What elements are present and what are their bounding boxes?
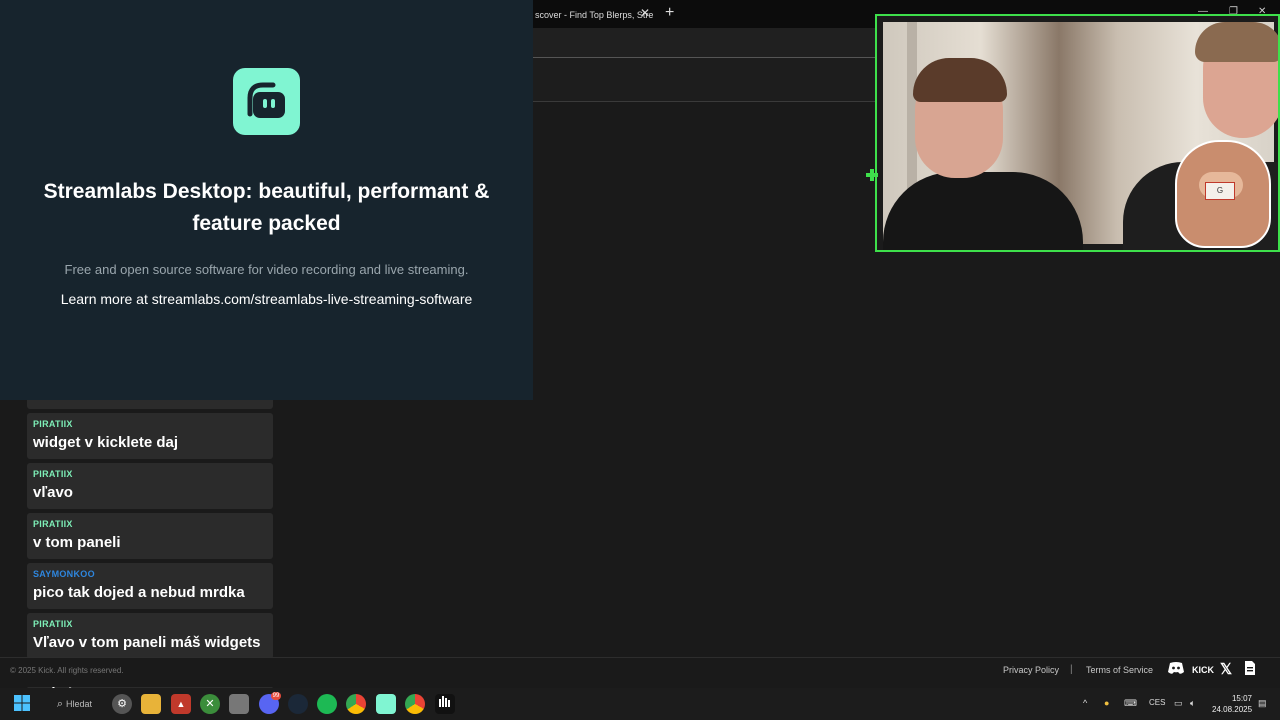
chat-username[interactable]: PIRATIIX	[33, 519, 267, 531]
microphone-icon[interactable]: ●	[1104, 698, 1109, 708]
file-explorer-icon[interactable]	[141, 694, 161, 714]
chevron-up-icon[interactable]: ^	[1083, 698, 1087, 708]
chat-username[interactable]: PIRATIIX	[33, 419, 267, 431]
streamlabs-learn-more-link[interactable]: Learn more at streamlabs.com/streamlabs-…	[60, 288, 473, 310]
chat-text: v tom paneli	[33, 534, 121, 551]
chat-message: PIRATIIX widget v kicklete daj	[27, 413, 273, 459]
chat-username[interactable]: PIRATIIX	[33, 469, 267, 481]
steam-icon[interactable]	[288, 694, 308, 714]
taskbar-search-label[interactable]: Hledat	[66, 699, 92, 709]
chat-message: SAYMONKOO pico tak dojed a nebud mrdka	[27, 563, 273, 609]
x-icon[interactable]: 𝕏	[1216, 661, 1236, 679]
notification-icon[interactable]: ▤	[1258, 698, 1267, 709]
clock-date: 24.08.2025	[1212, 705, 1253, 714]
chrome-profile-icon[interactable]	[405, 694, 425, 714]
settings-icon[interactable]: ⚙	[112, 694, 132, 714]
chat-text: Vľavo v tom paneli máš widgets	[33, 634, 261, 651]
streamlabs-icon[interactable]	[376, 694, 396, 714]
discord-icon[interactable]	[1166, 661, 1186, 679]
volume-icon[interactable]: 🔈︎	[1190, 698, 1195, 709]
streamlabs-subtitle: Free and open source software for video …	[64, 262, 469, 277]
green-plus-icon	[866, 168, 878, 181]
footer-separator: |	[1070, 664, 1073, 675]
privacy-policy-link[interactable]: Privacy Policy	[1003, 665, 1059, 675]
chrome-icon[interactable]	[346, 694, 366, 714]
webcam-video: G	[883, 22, 1278, 250]
spotify-icon[interactable]	[317, 694, 337, 714]
second-person-hair	[1195, 22, 1278, 62]
copyright-text: © 2025 Kick. All rights reserved.	[10, 666, 124, 675]
network-icon[interactable]: ▭	[1174, 698, 1183, 709]
chat-text: widget v kicklete daj	[33, 434, 179, 451]
kick-icon[interactable]: KICK	[1190, 661, 1216, 679]
clock-time: 15:07	[1231, 694, 1252, 703]
streamer-body	[883, 172, 1083, 250]
amd-icon[interactable]: ▲	[171, 694, 191, 714]
tab-close-icon[interactable]: ✕	[640, 6, 650, 20]
xbox-icon[interactable]: ✕	[200, 694, 220, 714]
chat-message: PIRATIIX Vľavo v tom paneli máš widgets	[27, 613, 273, 659]
keyboard-icon[interactable]: ⌨	[1124, 698, 1137, 709]
notification-badge: 99	[271, 692, 281, 700]
webcam-overlay: G	[875, 14, 1280, 252]
terms-of-service-link[interactable]: Terms of Service	[1086, 665, 1153, 675]
chat-message-partial	[27, 400, 273, 409]
chat-message: PIRATIIX v tom paneli	[27, 513, 273, 559]
windows-start-icon[interactable]	[12, 694, 32, 714]
language-indicator[interactable]: CES	[1149, 698, 1165, 707]
chat-text: vľavo	[33, 484, 73, 501]
chat-message: PIRATIIX vľavo	[27, 463, 273, 509]
system-clock[interactable]: 15:07 24.08.2025	[1212, 693, 1252, 715]
streamlabs-title: Streamlabs Desktop: beautiful, performan…	[43, 180, 490, 235]
page-header-strip	[533, 58, 875, 102]
chat-username[interactable]: PIRATIIX	[33, 619, 267, 631]
document-icon[interactable]	[1240, 661, 1260, 679]
streamlabs-logo-icon	[233, 68, 300, 135]
windows-taskbar	[0, 688, 1280, 720]
chat-username[interactable]: SAYMONKOO	[33, 569, 267, 581]
chat-text: pico tak dojed a nebud mrdka	[33, 584, 245, 601]
browser-toolbar	[533, 28, 875, 58]
app-icon[interactable]	[229, 694, 249, 714]
new-tab-button[interactable]: +	[665, 4, 674, 22]
gorilla-sign: G	[1205, 182, 1235, 200]
audio-app-icon[interactable]	[435, 694, 455, 714]
streamer-hair	[913, 58, 1007, 102]
